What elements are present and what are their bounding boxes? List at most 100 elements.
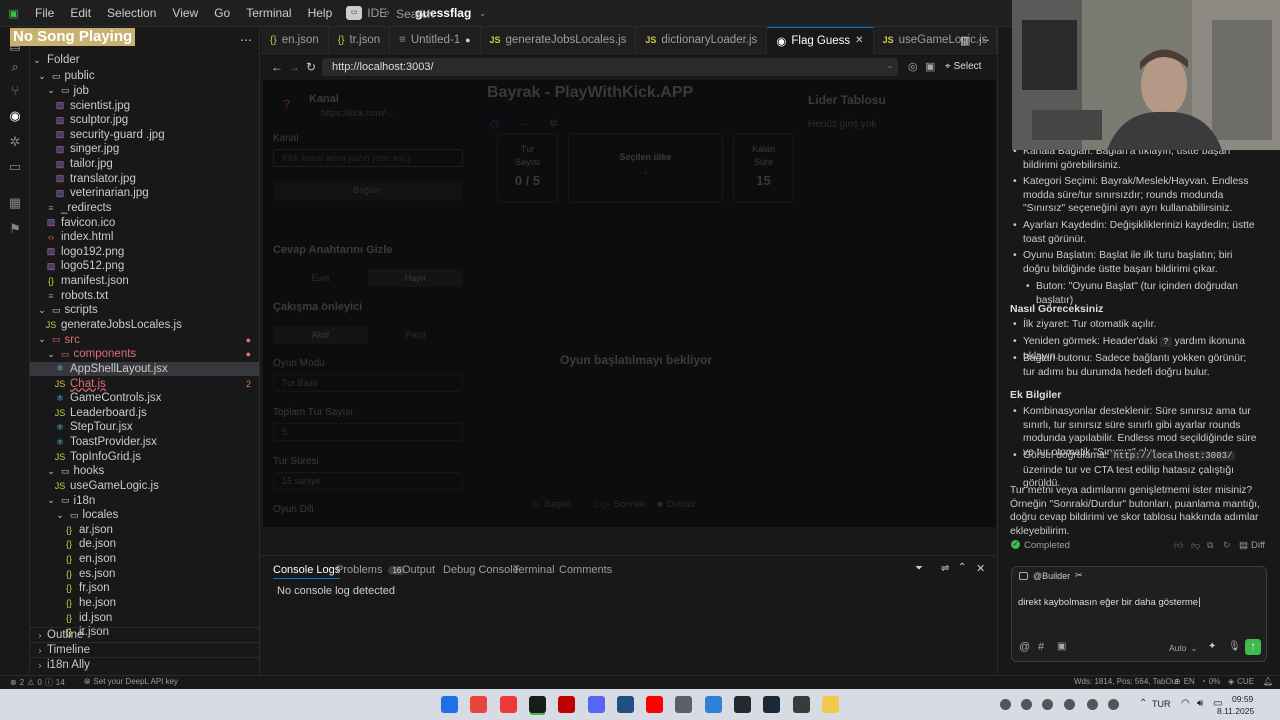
round-time-select[interactable]: 15 saniye bbox=[273, 472, 463, 490]
command-search[interactable]: ⌕ Search bbox=[380, 4, 630, 23]
forward-icon[interactable]: → bbox=[288, 60, 300, 74]
file-id-json[interactable]: {} id.json bbox=[30, 610, 259, 625]
deepl-status[interactable]: 🌐︎ Set your DeepL API key bbox=[84, 677, 178, 687]
file-gamecontrols-jsx[interactable]: ⚛ GameControls.jsx bbox=[30, 391, 259, 406]
channel-input[interactable]: Kick kanal adını yazın (örn: xqc) bbox=[273, 149, 463, 167]
file-topinfogrid-js[interactable]: JS TopInfoGrid.js bbox=[30, 449, 259, 464]
model-select[interactable]: Auto ⌄ bbox=[1169, 643, 1198, 654]
file-redirects[interactable]: ≡ _redirects bbox=[30, 201, 259, 216]
panel-settings-icon[interactable]: ⇌ bbox=[941, 563, 949, 574]
menu-help[interactable]: Help bbox=[300, 0, 341, 27]
folder-locales[interactable]: ⌄ ▭ locales bbox=[30, 508, 259, 523]
inspect-icon[interactable]: ◎ bbox=[908, 60, 918, 73]
tab-en-json[interactable]: {} en.json bbox=[261, 26, 329, 54]
menu-file[interactable]: File bbox=[27, 0, 62, 27]
filezilla-icon[interactable] bbox=[558, 696, 576, 713]
github-icon[interactable] bbox=[734, 696, 751, 713]
file-leaderboard-js[interactable]: JS Leaderboard.js bbox=[30, 405, 259, 420]
diff-button[interactable]: ▤ Diff bbox=[1239, 540, 1265, 551]
menu-view[interactable]: View bbox=[164, 0, 206, 27]
mention-icon[interactable]: @ bbox=[1019, 641, 1030, 653]
panel-tab-problems[interactable]: Problems 16 bbox=[336, 564, 406, 576]
conflict-active[interactable]: Aktif bbox=[273, 326, 368, 344]
chrome-icon[interactable] bbox=[470, 696, 488, 713]
file-appshelllayout-jsx[interactable]: ⚛ AppShellLayout.jsx bbox=[30, 361, 259, 377]
vpn-tray-icon[interactable] bbox=[1042, 699, 1053, 710]
file-logo192-png[interactable]: ▨ logo192.png bbox=[30, 245, 259, 260]
ba-lat-button[interactable]: ▷ Başlat bbox=[533, 499, 571, 510]
notifications-icon[interactable]: 🔔︎ bbox=[1263, 677, 1273, 686]
file-generatejobslocales-js[interactable]: JS generateJobsLocales.js bbox=[30, 318, 259, 333]
hashtag-icon[interactable]: # bbox=[1038, 641, 1044, 653]
problems-status[interactable]: ⊗ 2 ⚠ 0 ⓘ 14 bbox=[10, 677, 65, 688]
image-icon[interactable]: ▣ bbox=[1057, 641, 1066, 652]
folder-public[interactable]: ⌄ ▭ public bbox=[30, 69, 259, 84]
maximize-panel-icon[interactable]: ⌃ bbox=[958, 562, 966, 573]
tab-untitled-1[interactable]: ≡ Untitled-1 ● bbox=[390, 26, 481, 54]
file-logo512-png[interactable]: ▨ logo512.png bbox=[30, 259, 259, 274]
back-icon[interactable]: ← bbox=[271, 60, 283, 74]
file-tailor-jpg[interactable]: ▨ tailor.jpg bbox=[30, 157, 259, 172]
file-es-json[interactable]: {} es.json bbox=[30, 566, 259, 581]
tab-tr-json[interactable]: {} tr.json bbox=[329, 26, 391, 54]
file-de-json[interactable]: {} de.json bbox=[30, 537, 259, 552]
retry-icon[interactable]: ↻ bbox=[1223, 540, 1231, 551]
file-robots-txt[interactable]: ≡ robots.txt bbox=[30, 288, 259, 303]
clock-time[interactable]: 09:59 bbox=[1232, 694, 1253, 704]
browser-preview[interactable]: ? Kanal https://kick.com/... Bayrak - Pl… bbox=[263, 80, 996, 527]
folder-components[interactable]: ⌄ ▭ components ● bbox=[30, 347, 259, 362]
tab-flag-guess[interactable]: ◉ Flag Guess ✕ bbox=[767, 26, 874, 54]
copy-icon[interactable]: ⧉ bbox=[1207, 540, 1213, 551]
file-singer-jpg[interactable]: ▨ singer.jpg bbox=[30, 142, 259, 157]
thumbs-down-icon[interactable]: 👎︎ bbox=[1191, 540, 1200, 551]
onedrive-tray-icon[interactable] bbox=[1064, 699, 1075, 710]
devtools-icon[interactable]: ▣ bbox=[925, 60, 935, 73]
conflict-passive[interactable]: Pasif bbox=[368, 326, 463, 344]
file-security-guard-jpg[interactable]: ▨ security-guard .jpg bbox=[30, 128, 259, 143]
search-icon[interactable]: ⌕ bbox=[7, 59, 23, 75]
close-icon[interactable]: ✕ bbox=[855, 35, 863, 46]
terminal-icon[interactable] bbox=[528, 696, 546, 713]
tab-generatejobslocales-js[interactable]: JS generateJobsLocales.js bbox=[481, 26, 637, 54]
tab-dictionaryloader-js[interactable]: JS dictionaryLoader.js bbox=[636, 26, 768, 54]
panel-tab-output[interactable]: Output bbox=[402, 564, 435, 576]
file-en-json[interactable]: {} en.json bbox=[30, 552, 259, 567]
chat-input[interactable]: direkt kaybolmasın eğer bir daha gösterm… bbox=[1018, 594, 1258, 612]
folder-icon[interactable] bbox=[821, 696, 839, 713]
tray-overflow-icon[interactable]: ⌃ bbox=[1139, 698, 1147, 709]
timeline-section[interactable]: › Timeline bbox=[30, 642, 259, 657]
postman-icon[interactable] bbox=[792, 696, 810, 713]
game-mode-select[interactable]: Tur Bazlı bbox=[273, 374, 463, 392]
settings-icon[interactable]: ✲ bbox=[549, 117, 558, 130]
menu-go[interactable]: Go bbox=[206, 0, 238, 27]
back-icon[interactable]: ← bbox=[519, 117, 530, 129]
select-element-button[interactable]: ⌖ Select bbox=[945, 61, 981, 72]
folder-src[interactable]: ⌄ ▭ src ● bbox=[30, 332, 259, 347]
panel-tab-comments[interactable]: Comments bbox=[559, 564, 612, 576]
reload-icon[interactable]: ↻ bbox=[306, 60, 316, 74]
folder-section-header[interactable]: ⌄ Folder bbox=[30, 53, 259, 68]
extensions-icon[interactable]: ▦ bbox=[7, 195, 23, 211]
quota-indicator[interactable]: ◔ 0% bbox=[1201, 677, 1220, 686]
file-manifest-json[interactable]: {} manifest.json bbox=[30, 274, 259, 289]
language-indicator[interactable]: ⊕ EN bbox=[1174, 677, 1195, 686]
file-veterinarian-jpg[interactable]: ▨ veterinarian.jpg bbox=[30, 186, 259, 201]
vivaldi-icon[interactable] bbox=[499, 696, 517, 713]
folder-i18n[interactable]: ⌄ ▭ i18n bbox=[30, 493, 259, 508]
wifi-icon[interactable]: ◠ bbox=[1181, 698, 1190, 709]
file-ar-json[interactable]: {} ar.json bbox=[30, 523, 259, 538]
outline-section[interactable]: › Outline bbox=[30, 627, 259, 642]
folder-job[interactable]: ⌄ ▭ job bbox=[30, 84, 259, 99]
url-input[interactable]: http://localhost:3003/ bbox=[322, 58, 898, 76]
file-steptour-jsx[interactable]: ⚛ StepTour.jsx bbox=[30, 420, 259, 435]
debug-icon[interactable]: ✲ bbox=[7, 134, 23, 150]
file-usegamelogic-js[interactable]: JS useGameLogic.js bbox=[30, 479, 259, 494]
input-language[interactable]: TUR bbox=[1152, 699, 1171, 709]
source-control-icon[interactable]: ⑂ bbox=[7, 83, 23, 99]
remote-icon[interactable]: ▭ bbox=[7, 159, 23, 175]
unsaved-dot-icon[interactable]: ● bbox=[465, 35, 470, 45]
panel-tab-terminal[interactable]: Terminal bbox=[513, 564, 555, 576]
youtube-music-icon[interactable] bbox=[646, 696, 664, 713]
more-actions-icon[interactable]: ⋯ bbox=[240, 33, 252, 47]
durdur-button[interactable]: ■ Durdur bbox=[657, 499, 696, 510]
